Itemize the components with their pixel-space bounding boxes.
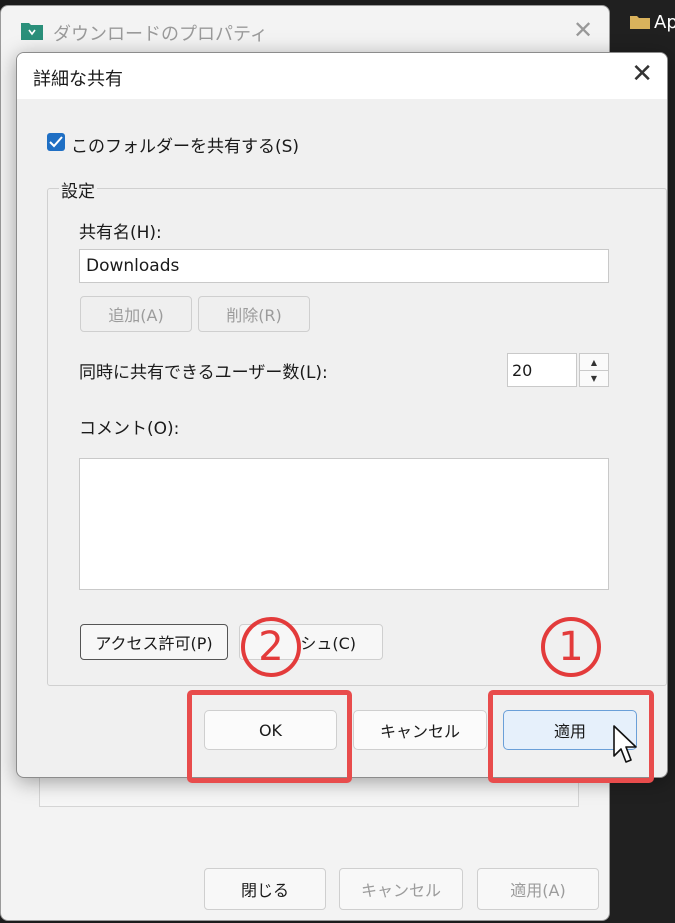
share-name-label: 共有名(H): bbox=[79, 223, 162, 243]
share-folder-label[interactable]: このフォルダーを共有する(S) bbox=[71, 132, 299, 157]
step-2-marker: 2 bbox=[241, 617, 301, 677]
dialog-titlebar: 詳細な共有 ✕ bbox=[17, 53, 667, 99]
comment-label: コメント(O): bbox=[79, 419, 180, 439]
permissions-button[interactable]: アクセス許可(P) bbox=[80, 624, 228, 660]
dialog-title: 詳細な共有 bbox=[33, 69, 123, 90]
user-limit-label: 同時に共有できるユーザー数(L): bbox=[79, 363, 328, 383]
add-button[interactable]: 追加(A) bbox=[80, 296, 192, 332]
share-folder-checkbox[interactable] bbox=[47, 133, 65, 151]
step-1-marker: 1 bbox=[541, 617, 601, 677]
folder-label: Ap bbox=[654, 12, 675, 33]
remove-button[interactable]: 削除(R) bbox=[198, 296, 310, 332]
share-name-input[interactable]: Downloads bbox=[79, 249, 609, 283]
mouse-pointer-icon bbox=[613, 725, 637, 763]
close-button[interactable]: 閉じる bbox=[204, 868, 326, 910]
folder-icon bbox=[630, 16, 650, 29]
comment-textarea[interactable] bbox=[79, 458, 609, 590]
spin-down-icon[interactable]: ▼ bbox=[580, 370, 608, 386]
downloads-folder-icon bbox=[21, 23, 43, 40]
user-limit-spinner[interactable]: ▲ ▼ bbox=[579, 353, 609, 387]
spin-up-icon[interactable]: ▲ bbox=[580, 354, 608, 371]
settings-group-label: 設定 bbox=[59, 177, 97, 202]
cancel-button[interactable]: キャンセル bbox=[353, 710, 487, 750]
dialog-close-icon[interactable]: ✕ bbox=[631, 59, 653, 89]
properties-close-icon[interactable]: ✕ bbox=[573, 16, 593, 44]
properties-apply-button[interactable]: 適用(A) bbox=[477, 868, 599, 910]
ok-highlight-box bbox=[187, 690, 352, 783]
checkmark-icon bbox=[49, 136, 63, 148]
properties-window-title: ダウンロードのプロパティ bbox=[53, 24, 268, 45]
user-limit-input[interactable]: 20 bbox=[507, 353, 577, 387]
properties-cancel-button[interactable]: キャンセル bbox=[339, 868, 463, 910]
